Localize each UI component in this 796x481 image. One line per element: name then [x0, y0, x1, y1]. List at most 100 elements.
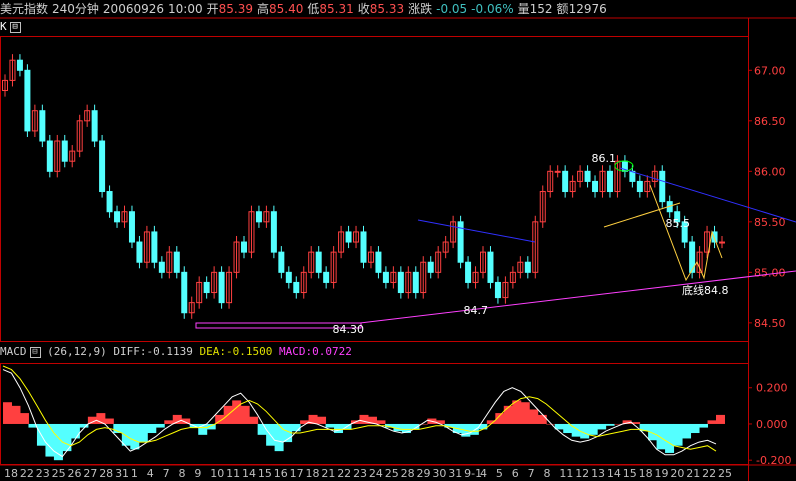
macd-bar: [580, 423, 590, 439]
macd-bar: [597, 423, 607, 430]
date-tick-label: 18: [305, 467, 319, 480]
candle-down[interactable]: [397, 271, 404, 294]
candle-down[interactable]: [427, 261, 434, 273]
date-tick-label: 18: [639, 467, 653, 480]
candle-down[interactable]: [136, 241, 143, 263]
candle-down[interactable]: [241, 241, 247, 253]
candle-down[interactable]: [412, 271, 419, 294]
macd-frame: [0, 363, 749, 465]
candle-down[interactable]: [636, 180, 643, 193]
candle-down[interactable]: [278, 251, 285, 273]
date-tick-label: 4: [480, 467, 487, 480]
macd-bar: [435, 420, 445, 424]
kline-frame: [0, 36, 749, 342]
macd-bar: [240, 405, 250, 424]
macd-bar: [376, 420, 386, 424]
candle-down[interactable]: [16, 59, 23, 71]
macd-bar: [104, 418, 114, 424]
macd-bar: [665, 423, 675, 453]
candle-down[interactable]: [173, 251, 180, 273]
macd-bar: [656, 423, 666, 450]
date-tick-label: 24: [369, 467, 383, 480]
macd-bar: [469, 423, 479, 435]
date-tick-label: 8: [543, 467, 550, 480]
date-tick-label: 19: [655, 467, 669, 480]
macd-bar: [164, 420, 174, 424]
date-tick-label: 18: [4, 467, 18, 480]
candle-down[interactable]: [218, 271, 225, 304]
price-annotation: 84.30: [333, 323, 365, 336]
candle-down[interactable]: [592, 180, 599, 193]
trendlines[interactable]: [195, 160, 796, 329]
candle-down[interactable]: [39, 110, 46, 142]
macd-bar: [537, 414, 547, 424]
macd-bar: [503, 405, 513, 424]
candle-down[interactable]: [128, 211, 135, 243]
date-tick-label: 23: [36, 467, 50, 480]
date-tick-label: 31: [448, 467, 462, 480]
candle-down[interactable]: [375, 251, 382, 273]
price-annotation: 85.5: [666, 217, 691, 230]
candle-down[interactable]: [99, 140, 106, 193]
candle-down[interactable]: [659, 170, 666, 203]
candle-up[interactable]: [719, 241, 725, 244]
date-tick-label: 4: [147, 467, 154, 480]
date-tick-label: 22: [702, 467, 716, 480]
candle-down[interactable]: [293, 281, 300, 294]
candle-down[interactable]: [345, 231, 352, 243]
macd-bar: [257, 423, 267, 435]
date-axis: 18 22 23 25 26 27 28 31 1 4 7 8 9 10 11 14 15 16 17 18 21 22 2…: [4, 467, 732, 480]
candle-down[interactable]: [255, 211, 262, 223]
macd-bar: [605, 423, 615, 426]
candle-down[interactable]: [494, 281, 501, 299]
candle-down[interactable]: [158, 261, 165, 273]
date-tick-label: 22: [20, 467, 34, 480]
candle-down[interactable]: [315, 251, 322, 273]
price-axis: 67.0086.5086.0085.5085.0084.50: [748, 64, 786, 330]
candle-down[interactable]: [151, 231, 158, 263]
candle-down[interactable]: [606, 170, 613, 193]
macd-bar: [3, 402, 12, 424]
date-tick-label: 9: [194, 467, 201, 480]
macd-tick-label: 0.000: [756, 418, 788, 431]
date-tick-label: 5: [496, 467, 503, 480]
candle-down[interactable]: [270, 211, 277, 253]
price-tick-label: 84.50: [754, 317, 786, 330]
candle-down[interactable]: [382, 271, 389, 283]
date-tick-label: 1: [131, 467, 138, 480]
candle-down[interactable]: [24, 69, 31, 132]
candle-down[interactable]: [524, 261, 531, 273]
candle-down[interactable]: [203, 281, 210, 294]
price-annotations: 86.1 85.5 84.7 84.30 底线84.8: [333, 152, 729, 336]
candle-down[interactable]: [584, 170, 591, 182]
price-chart[interactable]: 67.0086.5086.0085.5085.0084.50 86.185.58…: [0, 0, 796, 481]
date-tick-label: 30: [432, 467, 446, 480]
candle-down[interactable]: [487, 251, 494, 283]
macd-bar: [673, 423, 683, 446]
price-tick-label: 86.50: [754, 115, 786, 128]
candle-down[interactable]: [114, 211, 121, 223]
candle-down[interactable]: [285, 271, 292, 283]
macd-bar: [512, 400, 522, 424]
candle-down[interactable]: [323, 271, 330, 283]
candle-up[interactable]: [554, 170, 561, 173]
candlestick-series[interactable]: [2, 54, 725, 319]
trendline-downtrend-1[interactable]: [417, 219, 536, 243]
candle-down[interactable]: [91, 110, 98, 142]
macd-bar: [249, 416, 259, 424]
candle-down[interactable]: [61, 140, 68, 162]
candle-down[interactable]: [106, 191, 113, 213]
date-tick-label: 10: [210, 467, 224, 480]
macd-bar: [147, 423, 157, 434]
macd-bar: [70, 423, 80, 439]
candle-down[interactable]: [46, 140, 53, 172]
macd-axis: 0.200 0.000 -0.200: [748, 382, 791, 467]
candle-down[interactable]: [465, 261, 472, 283]
candle-down[interactable]: [360, 231, 367, 263]
price-tick-label: 86.00: [754, 165, 786, 178]
macd-bar: [155, 423, 165, 428]
macd-bar: [121, 423, 131, 446]
macd-bar: [53, 423, 63, 461]
candle-down[interactable]: [562, 170, 569, 193]
candle-down[interactable]: [181, 271, 188, 314]
